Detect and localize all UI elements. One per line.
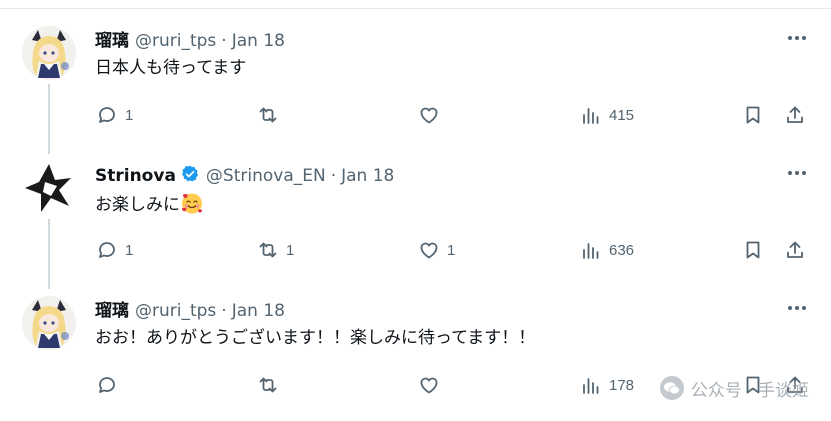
views-count: 178 (609, 376, 635, 394)
tweet-text: 日本人も待ってます (95, 58, 247, 78)
reply-button[interactable] (95, 372, 125, 398)
reply-count: 1 (125, 241, 134, 259)
share-button[interactable] (783, 102, 807, 128)
user-handle[interactable]: @ruri_tps (135, 31, 216, 51)
like-icon (420, 107, 438, 124)
reply-button[interactable]: 1 (95, 102, 133, 128)
display-name[interactable]: 瑠璃 (95, 296, 129, 321)
retweet-button[interactable]: 1 (256, 237, 294, 263)
share-icon (787, 106, 803, 123)
user-handle[interactable]: @ruri_tps (135, 301, 216, 321)
views-count: 636 (609, 241, 635, 259)
watermark: 公众号 · 手谈姬 (659, 375, 809, 401)
like-button[interactable] (417, 102, 447, 128)
bookmark-icon (746, 241, 760, 259)
wechat-icon (659, 376, 684, 400)
views-icon (583, 378, 599, 394)
tweet-date[interactable]: Jan 18 (232, 301, 285, 321)
share-button[interactable] (783, 237, 807, 263)
smiling-face-with-hearts-icon (182, 193, 202, 214)
tweet-text: お楽しみに (95, 195, 180, 215)
like-button[interactable]: 1 (417, 237, 455, 263)
tweet-date[interactable]: Jan 18 (232, 31, 285, 51)
thread-line (48, 84, 50, 154)
tweet-date[interactable]: Jan 18 (341, 166, 394, 186)
reply-button[interactable]: 1 (95, 237, 133, 263)
display-name[interactable]: 瑠璃 (95, 26, 129, 51)
bookmark-button[interactable] (741, 237, 765, 263)
reply-icon (99, 242, 115, 258)
more-icon[interactable] (785, 298, 809, 318)
action-bar: 1 415 (95, 102, 815, 128)
tweet-2[interactable]: Strinova @Strinova_EN · Jan 18 お楽しみに 1 1… (0, 161, 831, 289)
separator-dot: · (221, 301, 227, 321)
reply-icon (99, 377, 115, 393)
tweet-text: おお！ありがとうございます！！楽しみに待ってます！！ (95, 328, 536, 348)
reply-count: 1 (125, 106, 134, 124)
retweet-button[interactable] (256, 372, 286, 398)
retweet-count: 1 (286, 241, 295, 259)
watermark-text: 公众号 · 手谈姬 (690, 380, 809, 401)
user-handle[interactable]: @Strinova_EN (206, 166, 326, 186)
action-bar: 1 1 1 636 (95, 237, 815, 263)
bookmark-icon (746, 106, 760, 124)
like-count: 1 (447, 241, 456, 259)
share-icon (787, 241, 803, 258)
more-icon[interactable] (785, 163, 809, 183)
more-icon[interactable] (785, 28, 809, 48)
top-divider (0, 8, 831, 9)
display-name[interactable]: Strinova (95, 166, 176, 186)
like-button[interactable] (417, 372, 447, 398)
bookmark-button[interactable] (741, 102, 765, 128)
retweet-icon (259, 107, 277, 123)
views-button[interactable]: 178 (579, 372, 634, 398)
views-button[interactable]: 636 (579, 237, 634, 263)
reply-icon (99, 107, 115, 123)
separator-dot: · (330, 166, 337, 186)
thread-line (48, 219, 50, 289)
views-button[interactable]: 415 (579, 102, 634, 128)
tweet-1[interactable]: 瑠璃 @ruri_tps · Jan 18 日本人も待ってます 1 415 (0, 26, 831, 154)
tweet-header: Strinova @Strinova_EN · Jan 18 (95, 161, 394, 186)
retweet-button[interactable] (256, 102, 286, 128)
like-icon (420, 242, 438, 259)
like-icon (420, 377, 438, 394)
views-count: 415 (609, 106, 635, 124)
retweet-icon (259, 242, 277, 258)
retweet-icon (259, 377, 277, 393)
avatar[interactable] (22, 161, 76, 215)
separator-dot: · (221, 31, 227, 51)
tweet-header: 瑠璃 @ruri_tps · Jan 18 (95, 296, 285, 321)
views-icon (583, 108, 599, 124)
verified-badge-icon (181, 165, 198, 182)
avatar[interactable] (22, 296, 76, 350)
views-icon (583, 243, 599, 259)
tweet-text-container: お楽しみに (95, 191, 204, 217)
avatar[interactable] (22, 26, 76, 80)
tweet-header: 瑠璃 @ruri_tps · Jan 18 (95, 26, 285, 51)
